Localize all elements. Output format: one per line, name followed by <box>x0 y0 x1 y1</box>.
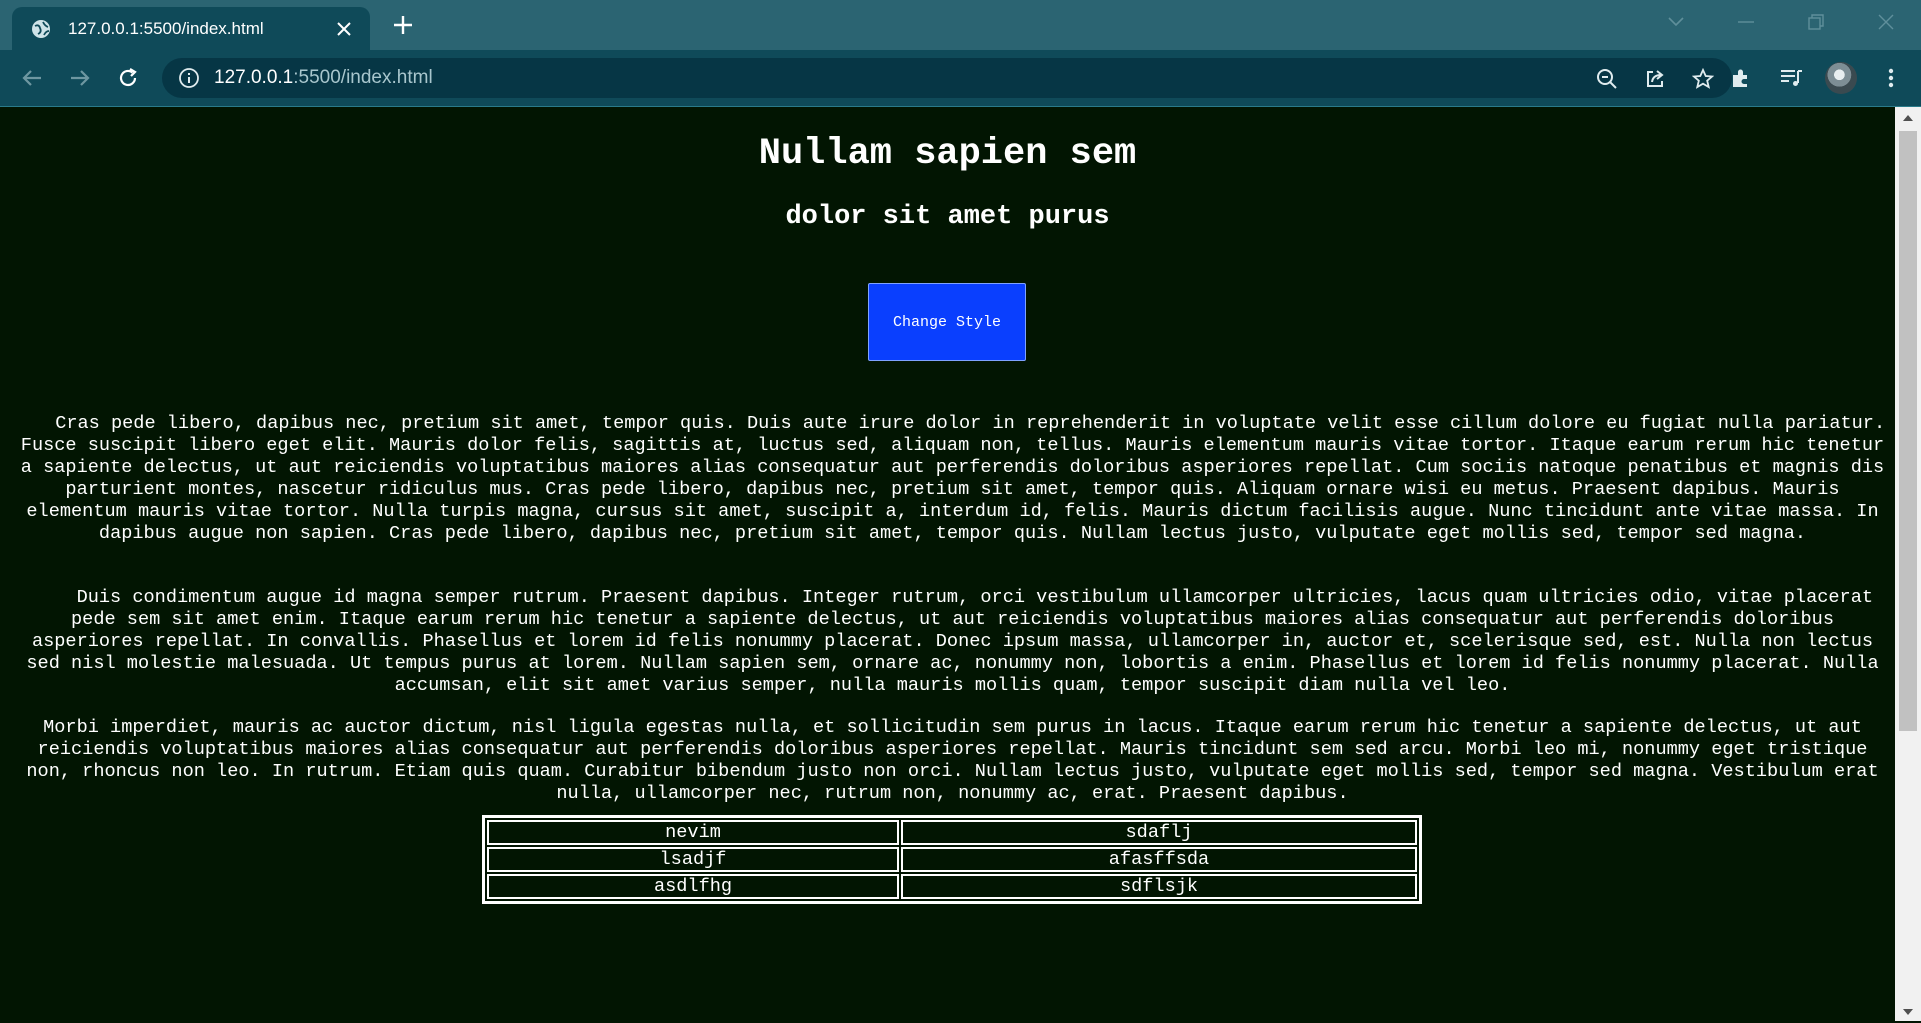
address-bar[interactable]: 127.0.0.1:5500/index.html <box>162 58 1732 98</box>
new-tab-icon[interactable] <box>392 14 414 36</box>
scroll-down-icon[interactable] <box>1902 1005 1914 1017</box>
vertical-scrollbar[interactable] <box>1895 107 1921 1021</box>
table-row: nevim sdaflj <box>487 820 1417 845</box>
extension-area <box>1725 62 1921 94</box>
forward-icon[interactable] <box>66 64 94 92</box>
table-cell: sdaflj <box>901 820 1417 845</box>
table-cell: asdlfhg <box>487 874 899 899</box>
globe-icon <box>30 18 52 40</box>
data-table: nevim sdaflj lsadjf afasffsda asdlfhg sd… <box>482 815 1422 904</box>
info-icon[interactable] <box>178 67 200 89</box>
reload-icon[interactable] <box>114 64 142 92</box>
paragraph-2: Duis condimentum augue id magna semper r… <box>26 587 1879 696</box>
browser-toolbar: 127.0.0.1:5500/index.html <box>0 50 1921 107</box>
tab-title: 127.0.0.1:5500/index.html <box>68 18 264 38</box>
url-path: :5500/index.html <box>293 67 433 88</box>
paragraph-1: Cras pede libero, dapibus nec, pretium s… <box>20 413 1886 544</box>
window-controls <box>1641 0 1921 44</box>
extensions-icon[interactable] <box>1725 62 1757 94</box>
close-tab-icon[interactable] <box>334 19 354 39</box>
share-icon[interactable] <box>1642 66 1668 92</box>
table-row: lsadjf afasffsda <box>487 847 1417 872</box>
table-cell: nevim <box>487 820 899 845</box>
scrollbar-thumb[interactable] <box>1899 131 1917 731</box>
tab-search-icon[interactable] <box>1641 0 1711 44</box>
page-subtitle: dolor sit amet purus <box>785 202 1110 232</box>
table-cell: lsadjf <box>487 847 899 872</box>
url-host: 127.0.0.1 <box>214 67 294 88</box>
menu-icon[interactable] <box>1875 62 1907 94</box>
browser-tab[interactable]: 127.0.0.1:5500/index.html <box>12 7 370 50</box>
restore-icon[interactable] <box>1781 0 1851 44</box>
table-cell: afasffsda <box>901 847 1417 872</box>
table-cell: sdflsjk <box>901 874 1417 899</box>
paragraph-3: Morbi imperdiet, mauris ac auctor dictum… <box>26 717 1879 804</box>
star-icon[interactable] <box>1690 66 1716 92</box>
url-text: 127.0.0.1:5500/index.html <box>214 67 433 89</box>
avatar[interactable] <box>1825 62 1857 94</box>
scroll-up-icon[interactable] <box>1902 111 1914 123</box>
table-row: asdlfhg sdflsjk <box>487 874 1417 899</box>
tab-strip: 127.0.0.1:5500/index.html <box>0 0 1921 50</box>
back-icon[interactable] <box>18 64 46 92</box>
page-title: Nullam sapien sem <box>758 133 1137 175</box>
change-style-button[interactable]: Change Style <box>868 283 1026 361</box>
media-icon[interactable] <box>1775 62 1807 94</box>
minimize-icon[interactable] <box>1711 0 1781 44</box>
close-window-icon[interactable] <box>1851 0 1921 44</box>
page-viewport: Nullam sapien sem dolor sit amet purus C… <box>0 107 1895 1021</box>
address-bar-actions <box>1594 66 1716 92</box>
zoom-out-icon[interactable] <box>1594 66 1620 92</box>
profile-avatar <box>1825 62 1857 94</box>
